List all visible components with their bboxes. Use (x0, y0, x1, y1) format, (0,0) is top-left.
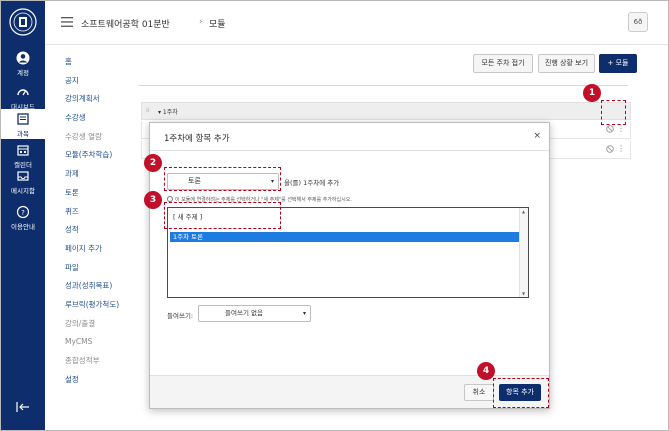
course-nav-item[interactable]: 홈 (65, 53, 145, 72)
course-nav-item[interactable]: 강의계획서 (65, 90, 145, 109)
top-bar: 소프트웨어공학 01분반 › 모듈 6ð (45, 1, 668, 45)
cancel-button[interactable]: 취소 (464, 384, 494, 401)
callout-badge-2: 2 (144, 154, 162, 172)
gnav-item-help[interactable]: ? 이용안내 (1, 205, 45, 239)
course-nav-item[interactable]: 설정 (65, 371, 145, 390)
course-nav-item[interactable]: 파일 (65, 259, 145, 278)
unpublished-icon[interactable] (606, 145, 614, 153)
course-nav-item[interactable]: MyCMS (65, 333, 145, 352)
course-nav-item[interactable]: 강의/출결 (65, 315, 145, 334)
glasses-icon: 6ð (633, 18, 643, 26)
app-window: 계정 대시보드 과목 캘린더 메시지함 ? 이용안내 소프트웨어공학 01분반 … (0, 0, 669, 431)
global-nav: 계정 대시보드 과목 캘린더 메시지함 ? 이용안내 (1, 1, 45, 430)
dialog-title: 1주차에 항목 추가 (164, 134, 230, 144)
view-progress-button[interactable]: 진행 상황 보기 (538, 54, 595, 73)
callout-badge-4: 4 (477, 362, 495, 380)
callout-badge-3: 3 (144, 191, 162, 209)
account-icon (16, 51, 30, 65)
hamburger-menu-icon[interactable] (61, 17, 73, 27)
callout-badge-1: 1 (583, 84, 601, 102)
calendar-icon (17, 145, 29, 156)
course-nav-item[interactable]: 성적 (65, 221, 145, 240)
dashboard-icon (17, 89, 29, 96)
collapse-all-label: 모든 주차 접기 (481, 59, 525, 67)
callout-box-1 (601, 100, 626, 125)
add-module-label: + 모듈 (607, 59, 629, 67)
indent-label: 들여쓰기: (167, 312, 194, 320)
scrollbar[interactable]: ▲ ▼ (519, 208, 528, 297)
course-nav-item[interactable]: 수강생 (65, 109, 145, 128)
callout-box-4 (493, 378, 549, 408)
module-header[interactable]: ⁞⁞ ▾ 1주차 (141, 102, 631, 120)
course-nav-item[interactable]: 모듈(주차학습) (65, 146, 145, 165)
add-module-button[interactable]: + 모듈 (599, 54, 637, 73)
gnav-label: 계정 (17, 69, 29, 77)
module-title: ▾ 1주차 (158, 109, 178, 116)
gnav-label: 메시지함 (11, 187, 35, 195)
svg-text:?: ? (21, 209, 25, 217)
view-progress-label: 진행 상황 보기 (544, 59, 589, 67)
more-options-icon[interactable]: ⋮ (617, 124, 625, 133)
item-type-suffix: 을(를) 1주차에 추가 (284, 179, 340, 187)
breadcrumb-current: 모듈 (209, 20, 226, 30)
course-nav-item[interactable]: 페이지 추가 (65, 240, 145, 259)
list-option-selected[interactable]: 1주차 토론 (170, 232, 520, 242)
scroll-up-icon[interactable]: ▲ (522, 209, 525, 214)
close-icon[interactable]: × (533, 131, 541, 141)
university-logo-icon[interactable] (9, 7, 37, 37)
gnav-item-courses[interactable]: 과목 (1, 109, 45, 139)
gnav-label: 캘린더 (14, 161, 32, 169)
drag-handle-icon[interactable]: ⁞⁞ (146, 107, 150, 114)
chevron-down-icon: ▾ (302, 310, 306, 317)
course-nav-item[interactable]: 과제 (65, 165, 145, 184)
course-nav: 홈 공지 강의계획서 수강생 수강생 열람 모듈(주차학습) 과제 토론 퀴즈 성적 페이지 추가 파… (65, 53, 145, 389)
course-nav-item[interactable]: 공지 (65, 72, 145, 91)
course-nav-item[interactable]: 종합성적부 (65, 352, 145, 371)
gnav-label: 이용안내 (11, 223, 35, 231)
collapse-nav-icon[interactable] (15, 401, 31, 413)
gnav-item-inbox[interactable]: 메시지함 (1, 169, 45, 203)
breadcrumb-separator: › (199, 17, 203, 27)
unpublished-icon[interactable] (606, 125, 614, 133)
callout-box-3 (164, 202, 281, 229)
gnav-item-account[interactable]: 계정 (1, 51, 45, 85)
student-view-button[interactable]: 6ð (628, 12, 648, 32)
courses-icon (17, 113, 29, 125)
callout-box-2 (164, 167, 281, 191)
course-nav-item[interactable]: 토론 (65, 184, 145, 203)
more-options-icon[interactable]: ⋮ (617, 144, 625, 153)
course-nav-item[interactable]: 퀴즈 (65, 203, 145, 222)
help-icon: ? (16, 205, 30, 219)
gnav-label: 과목 (17, 130, 29, 138)
indent-value: 들여쓰기 없음 (225, 309, 263, 317)
cancel-label: 취소 (472, 388, 486, 396)
inbox-icon (17, 171, 29, 181)
scroll-down-icon[interactable]: ▼ (522, 291, 525, 296)
indent-select[interactable]: 들여쓰기 없음 ▾ (198, 305, 311, 322)
breadcrumb-course[interactable]: 소프트웨어공학 01분반 (81, 17, 170, 30)
course-nav-item[interactable]: 수강생 열람 (65, 128, 145, 147)
course-nav-item[interactable]: 루브릭(평가척도) (65, 296, 145, 315)
divider (139, 85, 628, 86)
course-nav-item[interactable]: 성과(성취목표) (65, 277, 145, 296)
collapse-all-button[interactable]: 모든 주차 접기 (473, 54, 533, 73)
dialog-header: 1주차에 항목 추가 × (150, 123, 549, 151)
dialog-footer: 취소 항목 추가 (150, 375, 549, 408)
